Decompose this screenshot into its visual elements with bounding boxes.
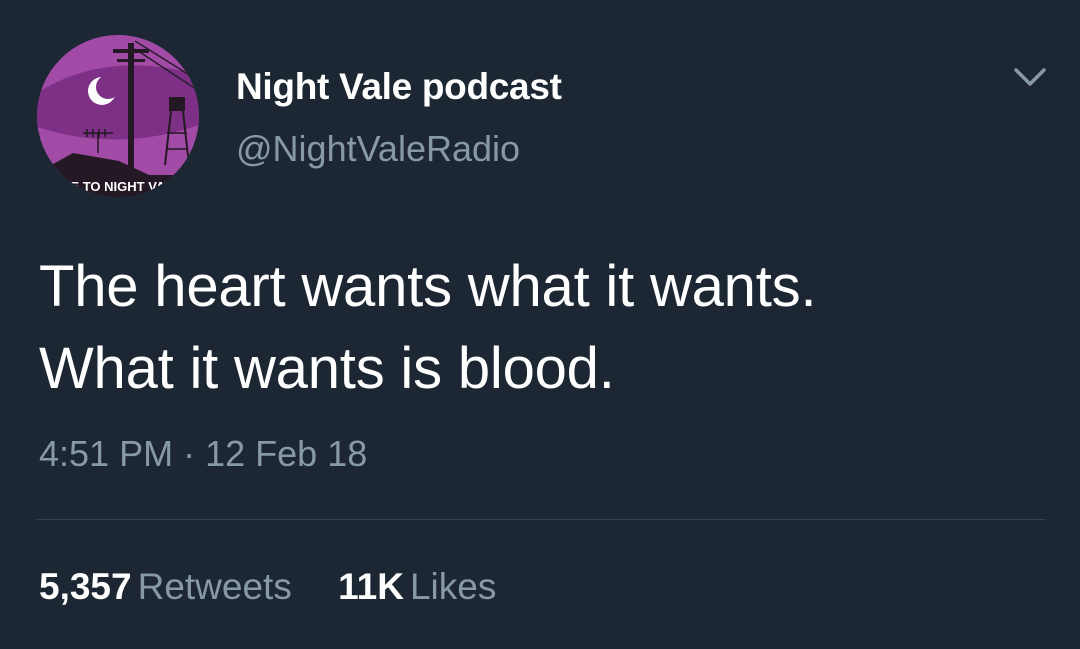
tweet-timestamp: 4:51 PM · 12 Feb 18 bbox=[39, 433, 367, 475]
likes-label: Likes bbox=[409, 566, 497, 607]
tweet-text: The heart wants what it wants. What it w… bbox=[39, 246, 1039, 410]
user-handle[interactable]: @NightValeRadio bbox=[236, 128, 520, 170]
retweets-count: 5,357 bbox=[39, 566, 132, 607]
tweet-detail: COME TO NIGHT VALE Night Vale podcast @N… bbox=[0, 0, 1080, 649]
avatar-banner-text: COME TO NIGHT VALE bbox=[40, 179, 182, 194]
tweet-text-line: What it wants is blood. bbox=[39, 336, 615, 401]
chevron-down-icon[interactable] bbox=[1010, 62, 1050, 92]
display-name[interactable]: Night Vale podcast bbox=[236, 66, 562, 108]
retweets-label: Retweets bbox=[137, 566, 292, 607]
retweets-stat[interactable]: 5,357 Retweets bbox=[39, 566, 292, 608]
avatar[interactable]: COME TO NIGHT VALE bbox=[37, 35, 199, 197]
tweet-date: 12 Feb 18 bbox=[205, 433, 368, 474]
timestamp-separator: · bbox=[183, 433, 196, 474]
night-vale-logo-icon: COME TO NIGHT VALE bbox=[37, 35, 199, 197]
divider bbox=[37, 519, 1045, 520]
likes-stat[interactable]: 11K Likes bbox=[338, 566, 496, 608]
tweet-time: 4:51 PM bbox=[39, 433, 174, 474]
likes-count: 11K bbox=[338, 566, 404, 607]
tweet-text-line: The heart wants what it wants. bbox=[39, 254, 817, 319]
tweet-stats: 5,357 Retweets 11K Likes bbox=[39, 566, 532, 608]
